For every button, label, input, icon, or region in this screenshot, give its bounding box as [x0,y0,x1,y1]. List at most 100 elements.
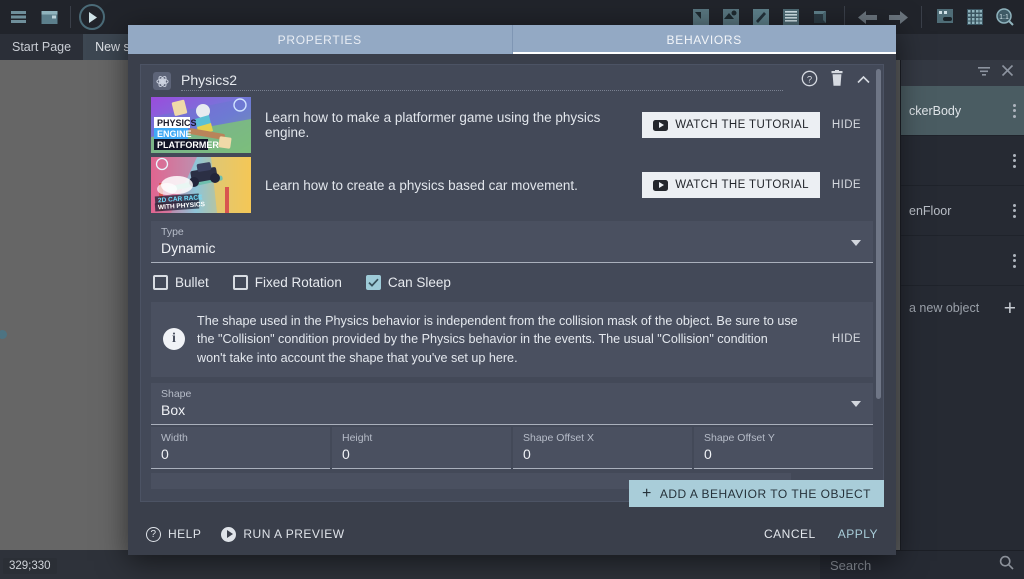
add-behavior-label: ADD A BEHAVIOR TO THE OBJECT [659,486,871,501]
behavior-scrollbar[interactable] [876,69,881,399]
run-preview-label: RUN A PREVIEW [243,527,345,541]
objects-panel: ckerBody enFloor a new object + [900,60,1024,550]
svg-text:?: ? [807,74,812,85]
watch-tutorial-label: WATCH THE TUTORIAL [675,179,809,191]
youtube-play-icon [653,119,669,131]
watch-tutorial-button[interactable]: WATCH THE TUTORIAL [642,112,820,138]
shape-offset-x-value[interactable]: 0 [523,446,682,462]
shape-offset-y-field[interactable]: Shape Offset Y 0 [694,426,873,469]
physics-atom-icon [153,72,171,90]
tutorial-description: Learn how to create a physics based car … [265,177,578,193]
canvas-resize-handle[interactable] [0,330,7,339]
tab-label: Start Page [12,40,72,54]
dialog-body: Physics2 ? PHYSICS ENGINE PLATFORMER Lea… [128,54,896,513]
layers-icon[interactable] [6,5,32,29]
object-editor-dialog: PROPERTIES BEHAVIORS Physics2 ? PHYSICS … [128,25,896,555]
cancel-button[interactable]: CANCEL [764,527,816,541]
dialog-tab-bar: PROPERTIES BEHAVIORS [128,25,896,54]
window-icon[interactable] [36,5,62,29]
dialog-footer: ? HELP RUN A PREVIEW CANCEL APPLY [128,513,896,555]
tutorial-row: PHYSICS ENGINE PLATFORMER Learn how to m… [151,97,873,153]
dialog-actions: CANCEL APPLY [764,527,878,541]
object-name: ckerBody [909,103,962,118]
add-new-object-button[interactable]: a new object + [901,286,1024,330]
help-button[interactable]: ? HELP [146,526,202,542]
width-value[interactable]: 0 [161,446,320,462]
tab-properties[interactable]: PROPERTIES [128,25,512,54]
checkbox-box [232,275,248,290]
trash-icon[interactable] [830,70,844,92]
height-value[interactable]: 0 [342,446,501,462]
object-name: enFloor [909,203,952,218]
hide-tutorial-button[interactable]: HIDE [820,119,873,131]
type-select[interactable]: Type Dynamic [151,221,873,263]
shape-label: Shape [161,387,192,400]
physics-options-row: Bullet Fixed Rotation Can Sleep [151,263,873,302]
info-banner: i The shape used in the Physics behavior… [151,302,873,377]
app-root: 1:1 Start Page New sce 329;330 ckerBody … [0,0,1024,579]
tab-label: BEHAVIORS [666,32,742,47]
behavior-name-input[interactable]: Physics2 [181,72,783,91]
help-label: HELP [168,527,202,541]
toolbar-left-group [0,4,111,30]
height-field[interactable]: Height 0 [332,426,511,469]
tab-start-page[interactable]: Start Page [0,34,84,60]
shape-offset-x-field[interactable]: Shape Offset X 0 [513,426,692,469]
add-behavior-container: + ADD A BEHAVIOR TO THE OBJECT [628,480,884,507]
list-item[interactable] [901,236,1024,286]
add-behavior-button[interactable]: + ADD A BEHAVIOR TO THE OBJECT [628,480,884,507]
tutorial-thumbnail[interactable]: PHYSICS ENGINE PLATFORMER [151,97,251,153]
type-value: Dynamic [161,240,216,256]
list-item[interactable]: ckerBody [901,86,1024,136]
scene-canvas[interactable] [0,60,130,550]
play-icon [221,526,237,542]
width-label: Width [161,431,188,444]
tutorial-description: Learn how to make a platformer game usin… [265,110,601,140]
checkbox-box-checked [365,275,381,290]
debug-icon[interactable] [932,5,958,29]
width-field[interactable]: Width 0 [151,426,330,469]
watch-tutorial-button[interactable]: WATCH THE TUTORIAL [642,172,820,198]
play-icon[interactable] [79,4,105,30]
help-circle-icon[interactable]: ? [801,70,818,92]
info-text: The shape used in the Physics behavior i… [197,314,798,365]
search-icon[interactable] [999,555,1014,575]
list-item[interactable]: enFloor [901,186,1024,236]
info-icon: i [163,328,185,351]
type-label: Type [161,226,184,238]
behavior-header-actions: ? [801,70,871,92]
grid-icon[interactable] [962,5,988,29]
zoom-reset-icon[interactable]: 1:1 [992,5,1018,29]
youtube-play-icon [653,179,669,191]
filter-icon[interactable] [977,64,991,82]
shape-select[interactable]: Shape Box [151,382,873,425]
cursor-coordinates: 329;330 [3,558,57,574]
behavior-header: Physics2 ? [141,65,883,97]
objects-panel-header [901,60,1024,86]
tab-behaviors[interactable]: BEHAVIORS [512,25,897,54]
more-options-icon[interactable] [1013,153,1016,168]
behavior-scroll-area[interactable]: PHYSICS ENGINE PLATFORMER Learn how to m… [141,97,883,489]
tutorial-row: 2D CAR RACE WITH PHYSICS Learn how to cr… [151,157,873,213]
hide-info-button[interactable]: HIDE [820,333,873,345]
height-label: Height [342,431,373,444]
more-options-icon[interactable] [1013,203,1016,218]
more-options-icon[interactable] [1013,253,1016,268]
svg-text:ENGINE: ENGINE [157,129,192,139]
svg-text:1:1: 1:1 [999,14,1009,21]
list-item[interactable] [901,136,1024,186]
shape-offset-y-value[interactable]: 0 [704,446,863,462]
checkbox-can-sleep[interactable]: Can Sleep [365,275,451,290]
close-icon[interactable] [1001,64,1014,82]
checkbox-bullet[interactable]: Bullet [153,275,209,290]
chevron-up-icon[interactable] [856,72,871,90]
checkbox-label: Can Sleep [387,275,451,290]
chevron-down-icon [851,239,861,246]
search-input[interactable]: Search [830,558,871,573]
checkbox-fixed-rotation[interactable]: Fixed Rotation [232,275,342,290]
hide-tutorial-button[interactable]: HIDE [820,179,873,191]
run-preview-button[interactable]: RUN A PREVIEW [221,526,345,542]
apply-button[interactable]: APPLY [838,527,878,541]
more-options-icon[interactable] [1013,103,1016,118]
tutorial-thumbnail[interactable]: 2D CAR RACE WITH PHYSICS [151,157,251,213]
